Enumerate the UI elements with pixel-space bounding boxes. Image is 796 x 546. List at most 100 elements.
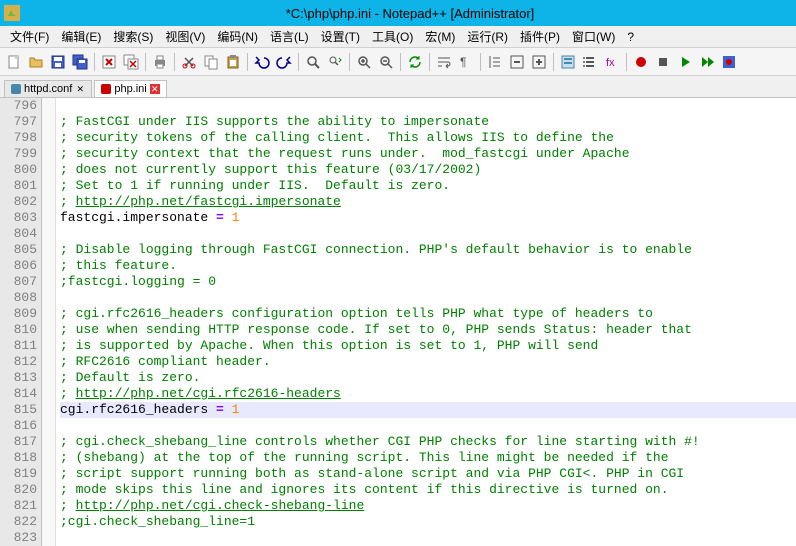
fold-marker[interactable] xyxy=(42,530,55,546)
new-file-button[interactable] xyxy=(4,52,24,72)
zoom-out-button[interactable] xyxy=(376,52,396,72)
doc-map-button[interactable] xyxy=(558,52,578,72)
code-line[interactable]: ; is supported by Apache. When this opti… xyxy=(60,338,796,354)
code-line[interactable]: cgi.rfc2616_headers = 1 xyxy=(60,402,796,418)
menu-file[interactable]: 文件(F) xyxy=(4,26,55,47)
code-line[interactable]: ; cgi.check_shebang_line controls whethe… xyxy=(60,434,796,450)
fold-marker[interactable] xyxy=(42,306,55,322)
menu-search[interactable]: 搜索(S) xyxy=(107,26,159,47)
menu-tools[interactable]: 工具(O) xyxy=(366,26,419,47)
redo-button[interactable] xyxy=(274,52,294,72)
function-list-button[interactable]: fx xyxy=(602,52,622,72)
save-macro-button[interactable] xyxy=(719,52,739,72)
code-line[interactable]: ; use when sending HTTP response code. I… xyxy=(60,322,796,338)
fold-marker[interactable] xyxy=(42,402,55,418)
code-line[interactable]: ; security context that the request runs… xyxy=(60,146,796,162)
menu-edit[interactable]: 编辑(E) xyxy=(55,26,107,47)
copy-button[interactable] xyxy=(201,52,221,72)
open-file-button[interactable] xyxy=(26,52,46,72)
menu-run[interactable]: 运行(R) xyxy=(461,26,514,47)
fold-marker[interactable] xyxy=(42,498,55,514)
zoom-in-button[interactable] xyxy=(354,52,374,72)
code-line[interactable]: ; this feature. xyxy=(60,258,796,274)
fold-marker[interactable] xyxy=(42,418,55,434)
code-line[interactable]: ;fastcgi.logging = 0 xyxy=(60,274,796,290)
code-line[interactable]: ;cgi.check_shebang_line=1 xyxy=(60,514,796,530)
find-button[interactable] xyxy=(303,52,323,72)
menu-settings[interactable]: 设置(T) xyxy=(315,26,366,47)
stop-macro-button[interactable] xyxy=(653,52,673,72)
close-icon[interactable]: ✕ xyxy=(150,84,160,94)
fold-marker[interactable] xyxy=(42,194,55,210)
fold-marker[interactable] xyxy=(42,274,55,290)
fold-marker[interactable] xyxy=(42,226,55,242)
fold-marker[interactable] xyxy=(42,98,55,114)
fold-column[interactable] xyxy=(42,98,56,546)
fold-marker[interactable] xyxy=(42,258,55,274)
code-line[interactable]: ; http://php.net/cgi.check-shebang-line xyxy=(60,498,796,514)
cut-button[interactable] xyxy=(179,52,199,72)
fold-marker[interactable] xyxy=(42,514,55,530)
code-line[interactable]: ; http://php.net/cgi.rfc2616-headers xyxy=(60,386,796,402)
fold-marker[interactable] xyxy=(42,354,55,370)
menu-help[interactable]: ? xyxy=(621,28,640,46)
code-line[interactable]: ; Default is zero. xyxy=(60,370,796,386)
undo-button[interactable] xyxy=(252,52,272,72)
menu-plugins[interactable]: 插件(P) xyxy=(514,26,566,47)
save-all-button[interactable] xyxy=(70,52,90,72)
code-area[interactable]: ; FastCGI under IIS supports the ability… xyxy=(56,98,796,546)
fold-marker[interactable] xyxy=(42,434,55,450)
code-line[interactable] xyxy=(60,530,796,546)
code-line[interactable] xyxy=(60,98,796,114)
tab-php-ini[interactable]: php.ini✕ xyxy=(94,80,166,97)
word-wrap-button[interactable] xyxy=(434,52,454,72)
code-line[interactable] xyxy=(60,290,796,306)
tab-httpd-conf[interactable]: httpd.conf✕ xyxy=(4,80,92,97)
play-multi-button[interactable] xyxy=(697,52,717,72)
menu-macro[interactable]: 宏(M) xyxy=(419,26,461,47)
code-line[interactable]: ; security tokens of the calling client.… xyxy=(60,130,796,146)
sync-button[interactable] xyxy=(405,52,425,72)
fold-marker[interactable] xyxy=(42,242,55,258)
fold-all-button[interactable] xyxy=(507,52,527,72)
print-button[interactable] xyxy=(150,52,170,72)
fold-marker[interactable] xyxy=(42,162,55,178)
code-line[interactable]: ; http://php.net/fastcgi.impersonate xyxy=(60,194,796,210)
indent-guide-button[interactable] xyxy=(485,52,505,72)
code-line[interactable]: ; script support running both as stand-a… xyxy=(60,466,796,482)
fold-marker[interactable] xyxy=(42,210,55,226)
code-line[interactable] xyxy=(60,418,796,434)
fold-marker[interactable] xyxy=(42,322,55,338)
code-line[interactable]: ; does not currently support this featur… xyxy=(60,162,796,178)
fold-marker[interactable] xyxy=(42,450,55,466)
paste-button[interactable] xyxy=(223,52,243,72)
fold-marker[interactable] xyxy=(42,466,55,482)
code-line[interactable] xyxy=(60,226,796,242)
save-file-button[interactable] xyxy=(48,52,68,72)
code-line[interactable]: ; cgi.rfc2616_headers configuration opti… xyxy=(60,306,796,322)
doc-list-button[interactable] xyxy=(580,52,600,72)
code-line[interactable]: ; mode skips this line and ignores its c… xyxy=(60,482,796,498)
close-icon[interactable]: ✕ xyxy=(75,84,85,94)
code-line[interactable]: ; Disable logging through FastCGI connec… xyxy=(60,242,796,258)
menu-window[interactable]: 窗口(W) xyxy=(566,26,621,47)
menu-view[interactable]: 视图(V) xyxy=(159,26,211,47)
show-all-chars-button[interactable]: ¶ xyxy=(456,52,476,72)
fold-marker[interactable] xyxy=(42,338,55,354)
close-file-button[interactable] xyxy=(99,52,119,72)
fold-marker[interactable] xyxy=(42,178,55,194)
record-macro-button[interactable] xyxy=(631,52,651,72)
fold-marker[interactable] xyxy=(42,290,55,306)
code-line[interactable]: ; (shebang) at the top of the running sc… xyxy=(60,450,796,466)
fold-marker[interactable] xyxy=(42,130,55,146)
play-macro-button[interactable] xyxy=(675,52,695,72)
menu-encoding[interactable]: 编码(N) xyxy=(211,26,264,47)
close-all-button[interactable] xyxy=(121,52,141,72)
code-line[interactable]: ; FastCGI under IIS supports the ability… xyxy=(60,114,796,130)
unfold-all-button[interactable] xyxy=(529,52,549,72)
code-line[interactable]: ; RFC2616 compliant header. xyxy=(60,354,796,370)
code-line[interactable]: fastcgi.impersonate = 1 xyxy=(60,210,796,226)
fold-marker[interactable] xyxy=(42,482,55,498)
fold-marker[interactable] xyxy=(42,386,55,402)
replace-button[interactable] xyxy=(325,52,345,72)
